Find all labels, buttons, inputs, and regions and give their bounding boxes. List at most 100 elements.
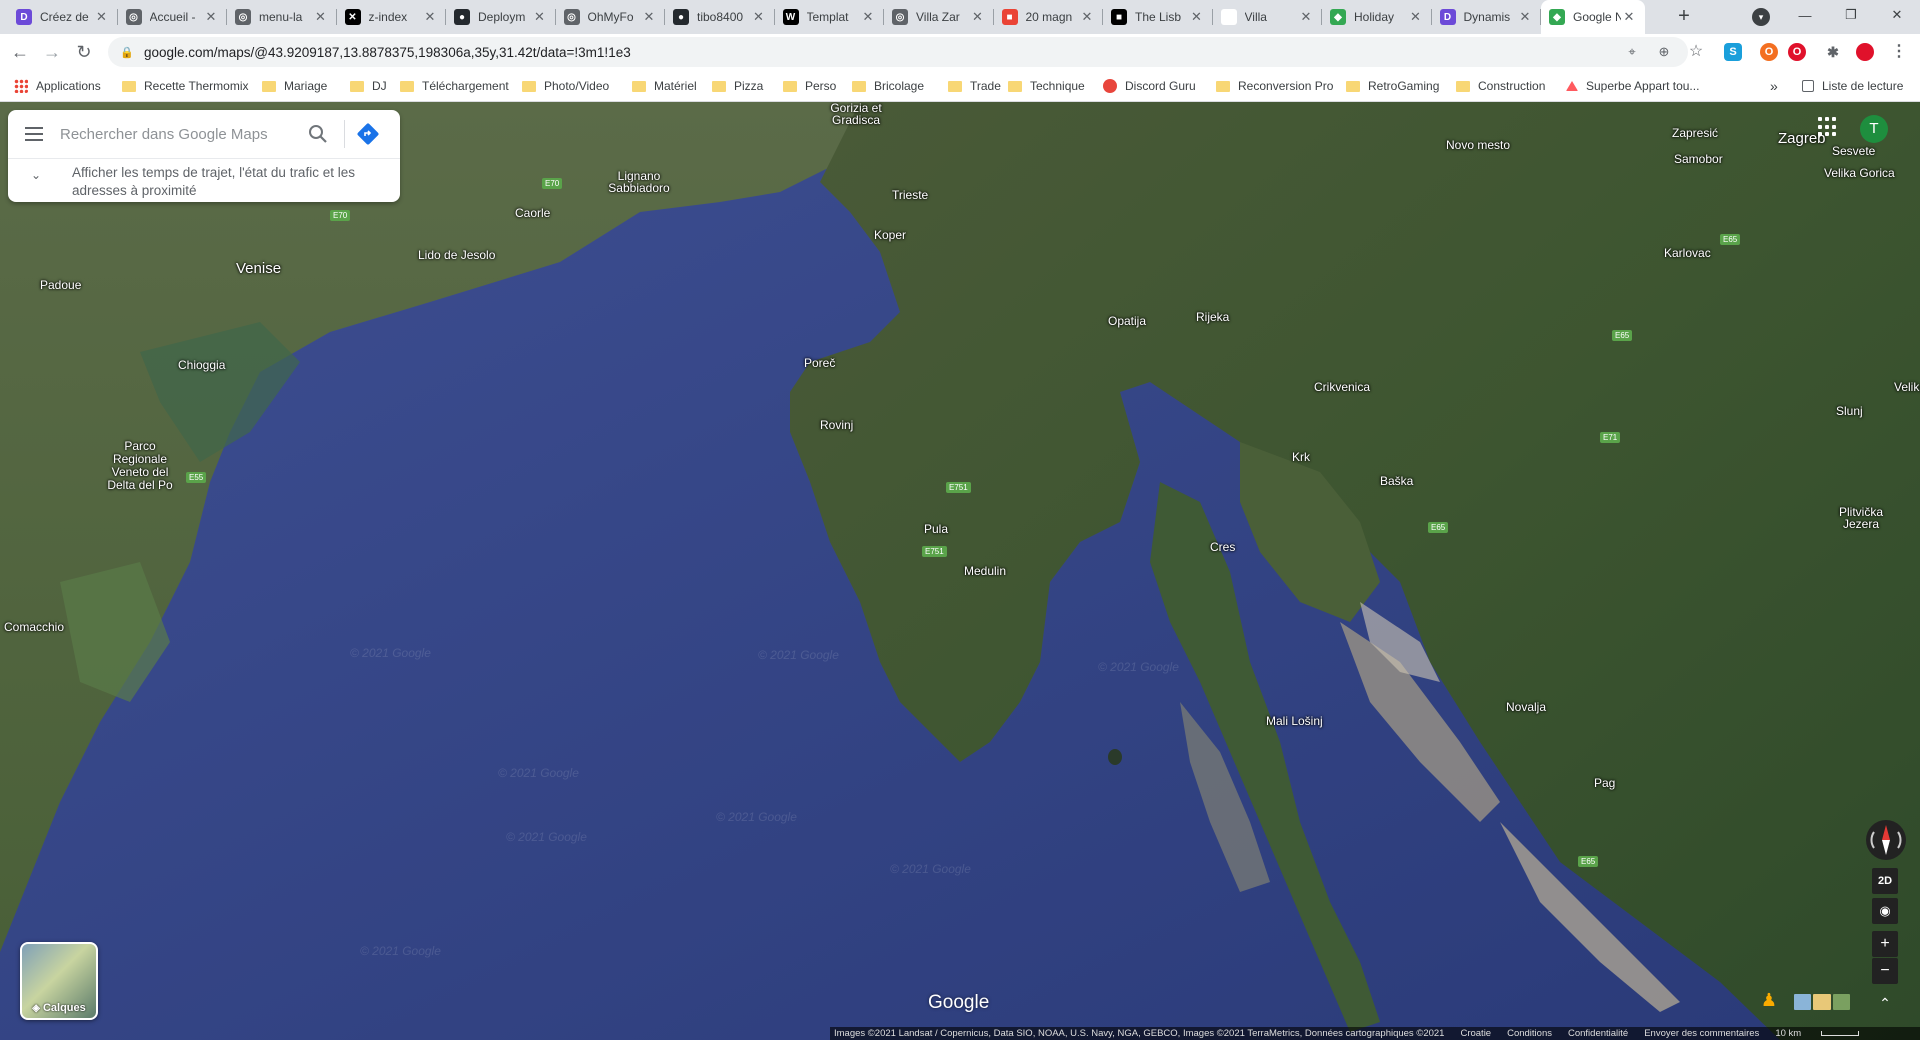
imagery-thumb[interactable]: [1813, 994, 1831, 1010]
bookmark-item[interactable]: Technique: [1008, 77, 1085, 95]
tab-close-icon[interactable]: ✕: [1079, 9, 1095, 25]
bookmark-item[interactable]: Photo/Video: [522, 77, 609, 95]
extensions-puzzle-icon[interactable]: ✱: [1824, 43, 1842, 61]
imagery-thumb[interactable]: [1794, 994, 1812, 1010]
tab-close-icon[interactable]: ✕: [1189, 9, 1205, 25]
tab-1[interactable]: ◎ Accueil - ✕: [118, 0, 227, 34]
bookmark-item[interactable]: Téléchargement: [400, 77, 509, 95]
tab-0[interactable]: D Créez de ✕: [8, 0, 118, 34]
tab-close-icon[interactable]: ✕: [1517, 9, 1533, 25]
search-input[interactable]: [60, 120, 300, 148]
place-label[interactable]: Medulin: [964, 564, 1006, 578]
chevron-down-icon[interactable]: ⌄: [28, 168, 44, 184]
chrome-menu-icon[interactable]: ⋮: [1890, 43, 1908, 61]
forward-button[interactable]: →: [40, 40, 64, 64]
bookmark-item[interactable]: Mariage: [262, 77, 327, 95]
place-label[interactable]: Gorizia et Gradisca: [826, 102, 886, 126]
bookmark-item[interactable]: Trade: [948, 77, 1001, 95]
install-icon[interactable]: ⊕: [1656, 44, 1672, 60]
tab-12[interactable]: ◆ Holiday ✕: [1322, 0, 1432, 34]
tab-close-icon[interactable]: ✕: [1621, 9, 1637, 25]
url-text[interactable]: google.com/maps/@43.9209187,13.8878375,1…: [144, 45, 631, 60]
minimize-button[interactable]: —: [1782, 0, 1828, 30]
new-tab-button[interactable]: +: [1672, 6, 1696, 28]
tab-8[interactable]: ◎ Villa Zar ✕: [884, 0, 994, 34]
bookmark-item[interactable]: Reconversion Pro: [1216, 77, 1333, 95]
place-label[interactable]: Lignano Sabbiadoro: [604, 170, 674, 194]
place-label[interactable]: Velika Kl: [1894, 380, 1920, 394]
reading-list-button[interactable]: Liste de lecture: [1802, 77, 1903, 95]
map-canvas[interactable]: Gorizia et Gradisca Zagreb Zapresić Sesvete…: [0, 102, 1920, 1040]
feedback-link[interactable]: Envoyer des commentaires: [1644, 1028, 1759, 1039]
tab-close-icon[interactable]: ✕: [860, 9, 876, 25]
tab-11[interactable]: Villa ✕: [1213, 0, 1322, 34]
skype-extension-icon[interactable]: S: [1724, 43, 1742, 61]
layers-button[interactable]: ◈ Calques: [20, 942, 98, 1020]
place-label[interactable]: Padoue: [40, 278, 81, 292]
tab-3[interactable]: ✕ z-index ✕: [337, 0, 446, 34]
place-label[interactable]: Caorle: [515, 206, 550, 220]
google-apps-icon[interactable]: [1818, 117, 1838, 137]
bookmark-item[interactable]: Matériel: [632, 77, 697, 95]
my-location-icon[interactable]: ◉: [1872, 898, 1898, 924]
bookmark-item[interactable]: Superbe Appart tou...: [1566, 77, 1699, 95]
bookmark-item[interactable]: DJ: [350, 77, 387, 95]
place-label[interactable]: Cres: [1210, 540, 1235, 554]
lock-icon[interactable]: 🔒: [120, 46, 134, 59]
tab-close-icon[interactable]: ✕: [1298, 9, 1314, 25]
place-label[interactable]: Rovinj: [820, 418, 853, 432]
profile-icon[interactable]: [1856, 43, 1874, 61]
search-button[interactable]: [306, 122, 330, 146]
location-icon[interactable]: ⌖: [1624, 44, 1640, 60]
place-label[interactable]: Parco Regionale Veneto del Delta del Po: [100, 440, 180, 492]
tab-2[interactable]: ◎ menu-la ✕: [227, 0, 337, 34]
reload-button[interactable]: ↻: [72, 40, 96, 64]
bookmark-item[interactable]: Perso: [783, 77, 836, 95]
tab-search-icon[interactable]: ▾: [1752, 8, 1770, 26]
place-label[interactable]: Rijeka: [1196, 310, 1229, 324]
address-bar[interactable]: 🔒 google.com/maps/@43.9209187,13.8878375…: [108, 37, 1688, 67]
tab-9[interactable]: ■ 20 magn ✕: [994, 0, 1103, 34]
close-window-button[interactable]: ✕: [1874, 0, 1920, 30]
tab-close-icon[interactable]: ✕: [1408, 9, 1424, 25]
place-label[interactable]: Opatija: [1108, 314, 1146, 328]
expand-imagery-icon[interactable]: ⌃: [1872, 990, 1898, 1016]
tab-7[interactable]: W Templat ✕: [775, 0, 884, 34]
place-label[interactable]: Venise: [236, 260, 281, 277]
compass-control[interactable]: [1866, 820, 1906, 860]
back-button[interactable]: ←: [8, 40, 32, 64]
tab-13[interactable]: D Dynamis ✕: [1432, 0, 1541, 34]
zoom-out-button[interactable]: −: [1872, 958, 1898, 984]
bookmark-star-icon[interactable]: ☆: [1688, 44, 1704, 60]
privacy-link[interactable]: Confidentialité: [1568, 1028, 1628, 1039]
place-label[interactable]: Crikvenica: [1314, 380, 1370, 394]
tab-close-icon[interactable]: ✕: [203, 9, 219, 25]
bookmark-item[interactable]: RetroGaming: [1346, 77, 1439, 95]
view-2d-button[interactable]: 2D: [1872, 868, 1898, 894]
tab-5[interactable]: ◎ OhMyFo ✕: [556, 0, 665, 34]
bookmark-apps[interactable]: Applications: [14, 77, 101, 95]
tab-close-icon[interactable]: ✕: [422, 9, 438, 25]
bookmark-item[interactable]: Discord Guru: [1103, 77, 1196, 95]
bookmark-item[interactable]: Recette Thermomix: [122, 77, 248, 95]
place-label[interactable]: Zapresić: [1672, 126, 1718, 140]
place-label[interactable]: Poreč: [804, 356, 835, 370]
pegman-icon[interactable]: ♟: [1760, 990, 1778, 1012]
tab-6[interactable]: ● tibo8400 ✕: [665, 0, 775, 34]
place-label[interactable]: Chioggia: [178, 358, 225, 372]
place-label[interactable]: Baška: [1380, 474, 1413, 488]
place-label[interactable]: Lido de Jesolo: [418, 248, 495, 262]
imagery-thumbnails[interactable]: [1794, 994, 1850, 1010]
place-label[interactable]: Trieste: [892, 188, 928, 202]
directions-button[interactable]: [356, 122, 380, 146]
bookmark-item[interactable]: Construction: [1456, 77, 1545, 95]
place-label[interactable]: Samobor: [1674, 152, 1723, 166]
place-label[interactable]: Mali Lošinj: [1266, 714, 1323, 728]
avatar[interactable]: T: [1860, 115, 1888, 143]
tab-close-icon[interactable]: ✕: [751, 9, 767, 25]
tab-close-icon[interactable]: ✕: [94, 9, 110, 25]
bookmarks-overflow-button[interactable]: »: [1770, 77, 1778, 95]
place-label[interactable]: Krk: [1292, 450, 1310, 464]
place-label[interactable]: Pula: [924, 522, 948, 536]
place-label[interactable]: Pag: [1594, 776, 1615, 790]
